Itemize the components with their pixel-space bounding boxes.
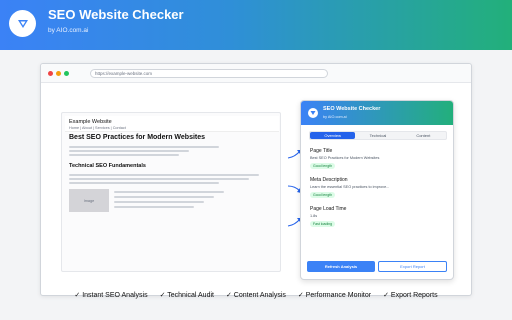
site-subheading: Technical SEO Fundamentals [69, 163, 146, 169]
triangle-down-icon [308, 108, 318, 118]
popup-tabs: Overview Technical Content [309, 131, 447, 140]
text-line [69, 150, 189, 152]
website-preview: Example Website Home | About | Services … [61, 112, 281, 272]
triangle-down-icon [9, 10, 36, 37]
feature-item: ✓ Export Reports [383, 292, 438, 299]
feature-item: ✓ Instant SEO Analysis [74, 292, 148, 299]
url-bar[interactable]: https://example-website.com [90, 69, 328, 78]
status-badge: Fast loading [310, 221, 336, 227]
text-line [114, 196, 214, 198]
site-name: Example Website [69, 119, 112, 125]
card-title: Page Title [310, 148, 333, 154]
popup-title: SEO Website Checker [323, 106, 381, 112]
feature-item: ✓ Content Analysis [225, 292, 286, 299]
feature-item: ✓ Technical Audit [159, 292, 214, 299]
card-text: 1.8s [310, 214, 318, 218]
browser-window: https://example-website.com Example Webs… [40, 63, 472, 296]
minimize-dot[interactable] [56, 71, 61, 76]
text-line [114, 201, 204, 203]
text-line [69, 174, 259, 176]
tab-technical[interactable]: Technical [355, 132, 400, 139]
feature-item: ✓ Performance Monitor [297, 292, 372, 299]
text-line [69, 146, 219, 148]
maximize-dot[interactable] [64, 71, 69, 76]
image-placeholder-label: Image [83, 198, 95, 203]
export-report-button[interactable]: Export Report [378, 261, 447, 272]
text-line [114, 191, 224, 193]
image-placeholder: Image [69, 189, 109, 212]
app-subtitle: by AIO.com.ai [48, 27, 89, 34]
site-header: Example Website Home | About | Services … [65, 116, 279, 132]
card-text: Best SEO Practices for Modern Websites [310, 156, 380, 160]
browser-toolbar: https://example-website.com [41, 64, 471, 83]
app-title: SEO Website Checker [48, 7, 184, 22]
close-dot[interactable] [48, 71, 53, 76]
refresh-analysis-button[interactable]: Refresh Analysis [307, 261, 375, 272]
popup-header: SEO Website Checker by AIO.com.ai [301, 101, 453, 125]
popup-subtitle: by AIO.com.ai [323, 115, 347, 119]
result-card-title: Page Title Best SEO Practices for Modern… [307, 148, 449, 172]
status-badge: Good length [310, 192, 336, 198]
extension-popup: SEO Website Checker by AIO.com.ai Overvi… [300, 100, 454, 280]
tab-overview[interactable]: Overview [310, 132, 356, 139]
site-heading: Best SEO Practices for Modern Websites [69, 134, 206, 141]
tab-content[interactable]: Content [401, 132, 446, 139]
text-line [69, 182, 219, 184]
card-text: Learn the essential SEO practices to imp… [310, 185, 390, 189]
header-banner: SEO Website Checker by AIO.com.ai [0, 0, 512, 50]
text-line [69, 178, 249, 180]
site-nav: Home | About | Services | Contact [69, 126, 126, 130]
feature-list: ✓ Instant SEO Analysis ✓ Technical Audit… [0, 291, 512, 299]
card-title: Meta Description [310, 177, 348, 183]
card-title: Page Load Time [310, 206, 347, 212]
status-badge: Good length [310, 163, 336, 169]
result-card-meta: Meta Description Learn the essential SEO… [307, 177, 449, 201]
text-line [114, 206, 194, 208]
result-card-load-time: Page Load Time 1.8s Fast loading [307, 206, 449, 230]
text-line [69, 154, 179, 156]
